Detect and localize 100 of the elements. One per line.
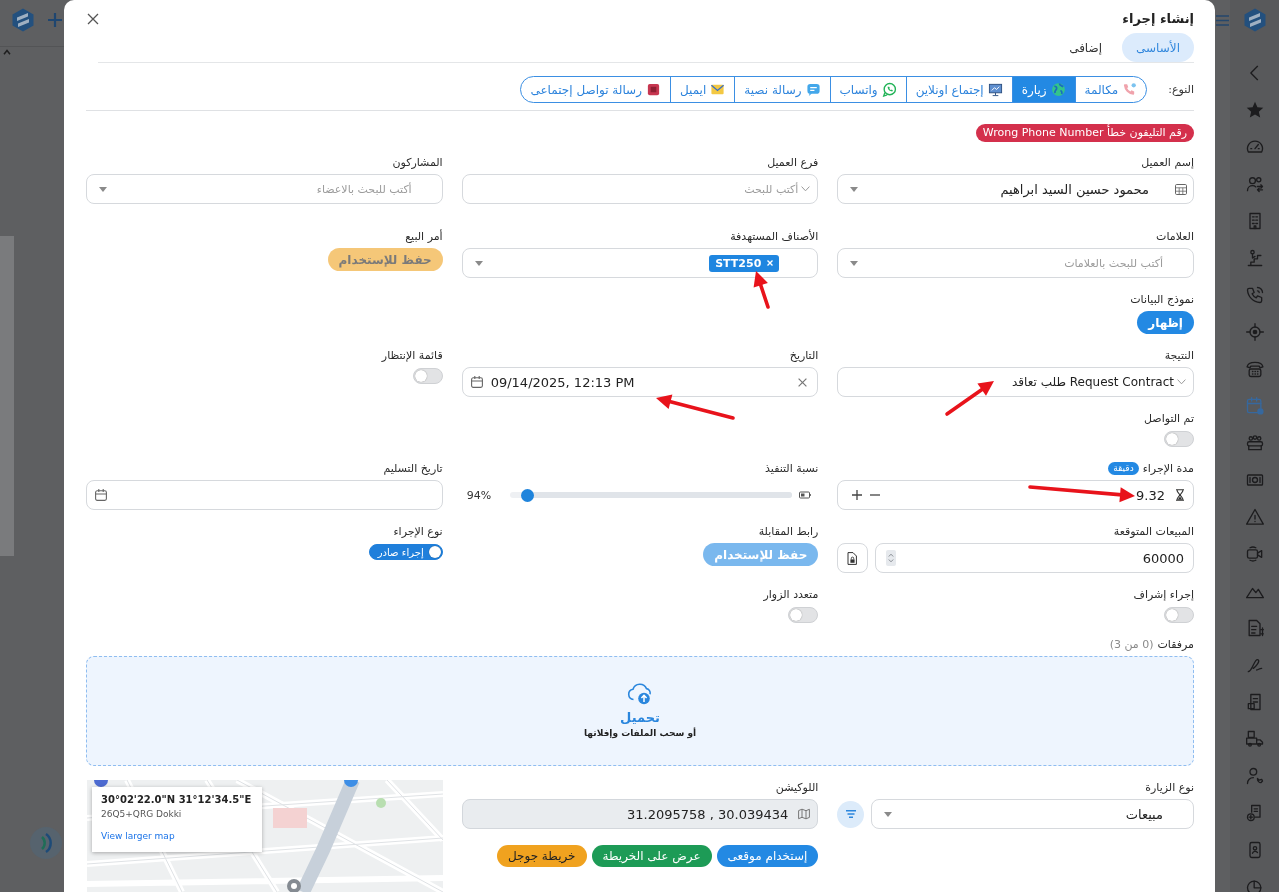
field-label: نوع الزيارة: [1145, 780, 1194, 795]
calendar-icon[interactable]: [95, 489, 107, 501]
message-icon: [805, 82, 821, 97]
multi-select-field[interactable]: STT250: [461, 248, 819, 278]
presentation-board-icon: [987, 82, 1003, 97]
toggle-switch[interactable]: [788, 607, 819, 623]
user-phone-icon[interactable]: [1244, 766, 1265, 786]
chat-widget-icon[interactable]: [30, 827, 62, 859]
field-label: النتيجة: [1164, 348, 1194, 363]
select-field[interactable]: أكتب للبحث: [461, 174, 819, 204]
date-field[interactable]: 09/14/2025, 12:13 PM: [461, 367, 819, 397]
close-icon[interactable]: [87, 13, 99, 25]
field-label: تاريخ التسليم: [383, 461, 443, 476]
file-drop-zone[interactable]: تحميل أو سحب الملفات وإفلاتها: [86, 656, 1194, 766]
toggle-switch[interactable]: [1164, 431, 1194, 447]
type-label: النوع:: [1168, 83, 1194, 96]
field-label: متعدد الزوار: [763, 587, 819, 602]
chat-bubble-icon: [881, 82, 897, 97]
toggle-switch[interactable]: [1164, 607, 1194, 623]
delivery-truck-icon[interactable]: [1244, 729, 1265, 749]
cloud-upload-icon: [626, 681, 654, 705]
tab[interactable]: إضافى: [1055, 33, 1117, 62]
battery-icon: [799, 491, 812, 499]
caret-icon: [884, 811, 893, 817]
select-field[interactable]: مبيعات: [871, 799, 1194, 829]
tab[interactable]: الأساسى: [1122, 33, 1194, 62]
users-icon[interactable]: [1244, 174, 1265, 194]
app-logo-icon[interactable]: [12, 8, 34, 32]
caret-icon: [850, 260, 859, 266]
field-label: نسبة التنفيذ: [765, 461, 819, 476]
field-label: العلامات: [1156, 229, 1194, 244]
caret-icon: [474, 260, 483, 266]
hourglass-icon: [1175, 489, 1185, 501]
video-camera-icon[interactable]: [1244, 544, 1265, 564]
target-icon[interactable]: [1244, 322, 1265, 342]
globe-icon: [1050, 82, 1066, 97]
type-option[interactable]: ايميل: [669, 77, 735, 102]
calendar-icon[interactable]: [470, 376, 483, 388]
spinner-icon[interactable]: [886, 550, 897, 566]
options-button[interactable]: [837, 800, 865, 828]
caret-icon: [99, 186, 107, 192]
field-label: أمر البيع: [405, 229, 443, 244]
customer-select[interactable]: محمود حسين السيد ابراهيم: [837, 174, 1194, 204]
group-icon[interactable]: [1244, 433, 1265, 453]
unit-badge: دقيقة: [1108, 462, 1139, 475]
type-option[interactable]: زيارة: [1011, 77, 1075, 102]
desk-phone-icon[interactable]: [1244, 359, 1265, 379]
field-label: الأصناف المستهدفة: [730, 229, 819, 244]
list-icon: [845, 810, 856, 818]
chevron-down-icon: [801, 186, 811, 192]
remove-icon[interactable]: [767, 260, 774, 266]
select-field[interactable]: Request Contract طلب تعاقد: [837, 367, 1194, 397]
field-label: فرع العميل: [767, 155, 819, 170]
field-label: إسم العميل: [1141, 155, 1194, 170]
warning-badge: Wrong Phone Number رقم التليفون خطأ: [975, 124, 1194, 142]
type-option[interactable]: رسالة تواصل إجتماعى: [521, 77, 670, 102]
field-label: المبيعات المتوقعة: [1113, 524, 1194, 539]
envelope-icon: [710, 82, 726, 97]
select-field[interactable]: أكتب للبحث بالاعضاء: [86, 174, 443, 204]
file-lock-button[interactable]: [837, 543, 869, 573]
lock-file-icon: [847, 551, 859, 565]
caret-icon: [850, 186, 859, 192]
duration-field[interactable]: 9.32: [837, 480, 1194, 510]
plus-icon[interactable]: [852, 490, 863, 500]
upload-link[interactable]: تحميل: [620, 710, 660, 725]
action-button[interactable]: إظهار: [1137, 311, 1194, 334]
drop-hint: أو سحب الملفات وإفلاتها: [583, 728, 697, 738]
attachments-count: (0 من 3): [1109, 637, 1154, 652]
field-label: إجراء إشراف: [1133, 587, 1194, 602]
number-field[interactable]: 60000: [875, 543, 1194, 573]
view-larger-map-link[interactable]: View larger map: [101, 831, 175, 841]
field-label: تم التواصل: [1144, 411, 1194, 426]
chevron-down-icon: [1177, 379, 1186, 385]
field-label: المشاركون: [392, 155, 443, 170]
map-plus-code: 26Q5+QRG Dokki: [101, 809, 182, 819]
type-option[interactable]: واتساب: [829, 77, 906, 102]
date-field[interactable]: [86, 480, 443, 510]
tag-chip[interactable]: STT250: [709, 254, 780, 272]
slider-thumb[interactable]: [520, 488, 534, 502]
phone-icon: [1122, 82, 1138, 97]
phone-call-icon[interactable]: [1244, 285, 1265, 305]
field-label: اللوكيشن: [775, 780, 819, 795]
dialog-title: إنشاء إجراء: [1122, 10, 1194, 28]
toggle-switch[interactable]: إجراء صادر: [368, 544, 443, 560]
type-option[interactable]: إجتماع اونلاين: [905, 77, 1012, 102]
map-coordinates: 30°02'22.0"N 31°12'34.5"E: [101, 794, 252, 805]
slider-reading: 94%: [466, 488, 492, 502]
toggle-switch[interactable]: [412, 368, 443, 384]
app-logo-icon[interactable]: [1243, 8, 1266, 32]
field-label: قائمة الإنتظار: [381, 348, 443, 363]
chevron-up-icon[interactable]: [3, 49, 11, 55]
clear-icon[interactable]: [798, 377, 808, 387]
field-label: نوع الإجراء: [393, 524, 443, 539]
menu-icon[interactable]: [1216, 15, 1229, 26]
field-label: رابط المقابلة: [758, 524, 819, 539]
select-field[interactable]: أكتب للبحث بالعلامات: [837, 248, 1194, 278]
warning-icon[interactable]: [1244, 507, 1265, 527]
type-option[interactable]: رسالة نصية: [734, 77, 830, 102]
location-field: 31.2095758 , 30.039434: [461, 799, 819, 829]
field-label: التاريخ: [789, 348, 819, 363]
